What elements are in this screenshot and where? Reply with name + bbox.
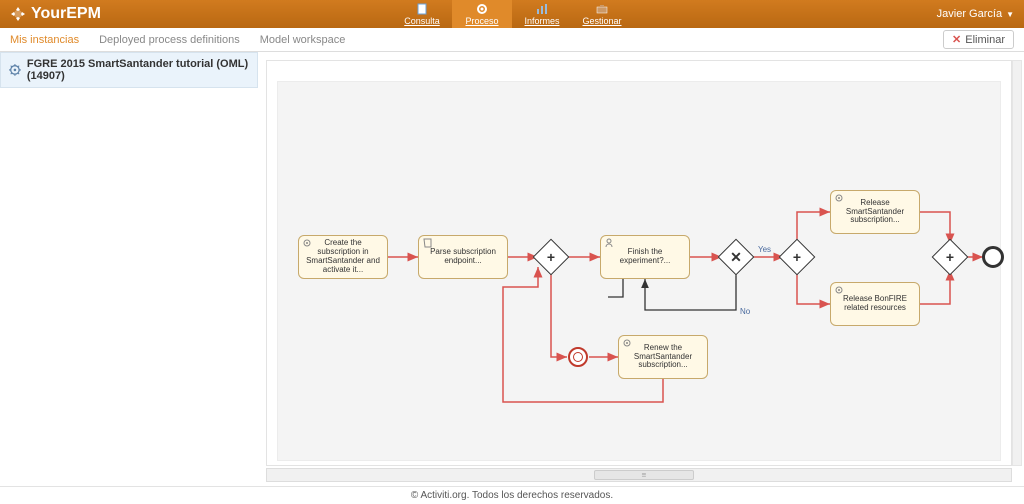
task-finish-experiment[interactable]: Finish the experiment?...: [600, 235, 690, 279]
task-create-subscription[interactable]: Create the subscription in SmartSantande…: [298, 235, 388, 279]
canvas-frame[interactable]: Create the subscription in SmartSantande…: [266, 60, 1012, 466]
service-task-icon: [834, 285, 846, 295]
sub-tabs-row: Mis instancias Deployed process definiti…: [0, 28, 1024, 52]
sidebar: FGRE 2015 SmartSantander tutorial (OML) …: [0, 52, 258, 486]
nav-label: Consulta: [404, 16, 440, 26]
top-nav: Consulta Proceso Informes Gestionar: [392, 0, 632, 28]
instance-item[interactable]: FGRE 2015 SmartSantander tutorial (OML) …: [0, 52, 258, 88]
nav-label: Proceso: [465, 16, 498, 26]
task-label: Renew the SmartSantander subscription...: [625, 344, 701, 370]
canvas-wrap: Create the subscription in SmartSantande…: [258, 52, 1024, 486]
service-task-icon: [302, 238, 314, 248]
tab-deployed-definitions[interactable]: Deployed process definitions: [99, 34, 240, 46]
flow-label-yes: Yes: [758, 245, 771, 254]
timer-event[interactable]: [568, 347, 588, 367]
top-header: YourEPM Consulta Proceso Informes Gestio…: [0, 0, 1024, 28]
brand: YourEPM: [0, 0, 111, 28]
task-release-smartsantander[interactable]: Release SmartSantander subscription...: [830, 190, 920, 234]
service-task-icon: [834, 193, 846, 203]
task-parse-endpoint[interactable]: Parse subscription endpoint...: [418, 235, 508, 279]
task-label: Release SmartSantander subscription...: [837, 199, 913, 225]
vertical-scrollbar[interactable]: [1012, 60, 1022, 466]
delete-button[interactable]: ✕ Eliminar: [943, 30, 1014, 49]
footer: © Activiti.org. Todos los derechos reser…: [0, 486, 1024, 504]
user-name: Javier García: [937, 8, 1002, 20]
gear-icon: [475, 2, 489, 16]
nav-gestionar[interactable]: Gestionar: [572, 0, 632, 28]
bpmn-canvas[interactable]: Create the subscription in SmartSantande…: [277, 81, 1001, 461]
user-menu[interactable]: Javier García ▼: [927, 0, 1024, 28]
gear-icon: [9, 63, 21, 77]
service-task-icon: [622, 338, 634, 348]
user-task-icon: [604, 238, 616, 248]
flow-label-no: No: [740, 307, 750, 316]
delete-label: Eliminar: [965, 34, 1005, 46]
task-label: Finish the experiment?...: [607, 248, 683, 266]
nav-label: Informes: [524, 16, 559, 26]
nav-informes[interactable]: Informes: [512, 0, 572, 28]
close-icon: ✕: [952, 33, 961, 46]
chevron-down-icon: ▼: [1006, 10, 1014, 19]
task-label: Release BonFIRE related resources: [837, 295, 913, 313]
horizontal-scrollbar[interactable]: ≡: [266, 468, 1012, 482]
task-renew-subscription[interactable]: Renew the SmartSantander subscription...: [618, 335, 708, 379]
nav-proceso[interactable]: Proceso: [452, 0, 512, 28]
task-label: Parse subscription endpoint...: [425, 248, 501, 266]
tab-mis-instancias[interactable]: Mis instancias: [10, 34, 79, 46]
instance-label: FGRE 2015 SmartSantander tutorial (OML) …: [27, 58, 249, 82]
document-icon: [415, 2, 429, 16]
end-event[interactable]: [982, 246, 1004, 268]
brand-icon: [10, 6, 26, 22]
task-label: Create the subscription in SmartSantande…: [305, 239, 381, 274]
scroll-thumb[interactable]: ≡: [594, 470, 694, 480]
briefcase-icon: [595, 2, 609, 16]
body: FGRE 2015 SmartSantander tutorial (OML) …: [0, 52, 1024, 486]
task-release-bonfire[interactable]: Release BonFIRE related resources: [830, 282, 920, 326]
nav-consulta[interactable]: Consulta: [392, 0, 452, 28]
footer-text: © Activiti.org. Todos los derechos reser…: [411, 490, 613, 501]
tab-model-workspace[interactable]: Model workspace: [260, 34, 346, 46]
nav-label: Gestionar: [582, 16, 621, 26]
grip-icon: ≡: [642, 471, 648, 480]
script-task-icon: [422, 238, 434, 248]
brand-text: YourEPM: [31, 5, 101, 23]
chart-icon: [535, 2, 549, 16]
